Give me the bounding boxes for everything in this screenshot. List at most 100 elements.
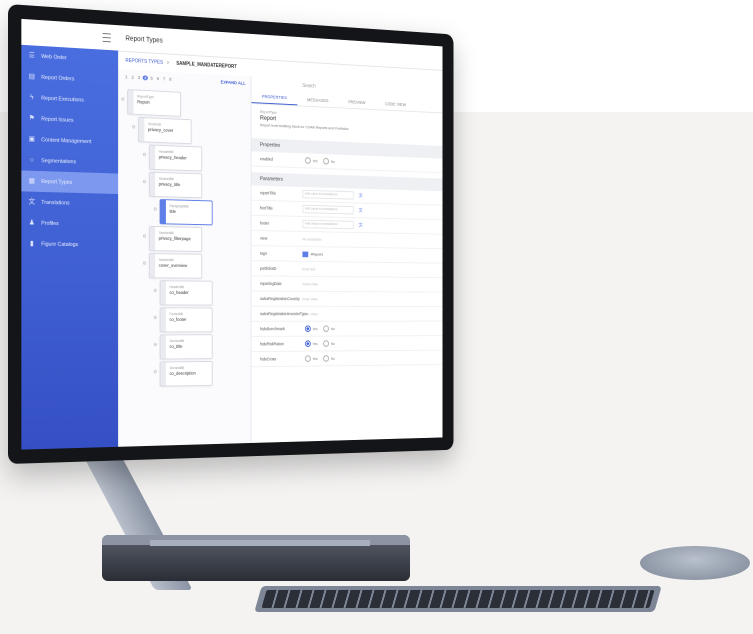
node-name: co_title [169,343,183,349]
page-number[interactable]: 2 [130,74,135,79]
tab-0[interactable]: PROPERTIES [251,89,297,106]
bolt-icon: ϟ [30,93,34,101]
sidebar-item-9[interactable]: ▮ Figure Catalogs [21,233,118,255]
node-handle[interactable] [160,362,166,386]
node-handle[interactable] [149,145,156,169]
parameter-row: hideRiskRation Yes No [251,336,443,353]
tree-node[interactable]: FooterBB co_footer [159,307,213,333]
collapse-toggle-icon[interactable]: ⊖ [143,152,147,158]
tree-node[interactable]: HeaderBB privacy_header [148,144,203,172]
parameter-input[interactable]: Enter Value [302,297,317,301]
radio-yes[interactable] [304,340,311,347]
tree-node[interactable]: SectionBB privacy_filterpage [148,225,203,252]
enabled-yes-radio[interactable] [304,157,311,164]
tree-node[interactable]: SectionBB co_description [159,360,213,387]
tree-node[interactable]: SectionBB cover_overview [148,253,203,279]
page-number[interactable]: 6 [155,76,160,81]
radio-no[interactable] [323,355,330,362]
page-number[interactable]: 5 [149,75,154,80]
monitor: ☰ Web Order ▤ Report Orders ϟ Report Executio… [8,4,454,464]
tree-node[interactable]: ParagraphBB title [159,199,213,226]
radio-yes-label: Yes [312,356,318,361]
collapse-toggle-icon[interactable]: ⊖ [153,369,157,375]
tab-1[interactable]: MESSAGES [297,92,338,107]
tree-node[interactable]: SectionB privacy_cover [138,116,192,145]
page-number[interactable]: 3 [136,75,141,80]
parameter-label: hideBenchmark [260,326,285,332]
tree-node[interactable]: ReportType Report [127,89,181,117]
node-handle[interactable] [160,200,166,224]
sidebar-item-6[interactable]: ▦ Report Types [21,170,119,195]
parameter-input[interactable]: Add value to translations [302,189,354,200]
collapse-toggle-icon[interactable]: ⊖ [153,288,157,294]
sidebar-item-label: Translations [41,199,70,207]
node-handle[interactable] [160,335,166,359]
sidebar-item-7[interactable]: 文 Translations [21,191,118,214]
node-type: HeaderBB [169,285,185,290]
translate-icon[interactable]: 文 [359,192,363,199]
node-handle[interactable] [160,308,166,332]
collapse-toggle-icon[interactable]: ⊖ [153,342,157,348]
tree-node[interactable]: HeaderBB co_header [159,280,213,306]
sidebar-item-label: Report Executions [41,95,84,104]
list-icon: ☰ [28,51,35,60]
translate-icon[interactable]: 文 [359,222,363,229]
parameter-label: salesRegistrationInvestorType [260,311,308,317]
enabled-label: enabled [260,156,273,162]
collapse-toggle-icon[interactable]: ⊖ [143,179,147,185]
translate-icon[interactable]: 文 [359,207,363,214]
tag-icon[interactable] [302,251,309,257]
hamburger-menu-icon[interactable] [102,32,111,42]
breadcrumb-root[interactable]: REPORTS TYPES [125,58,163,66]
sidebar: ☰ Web Order ▤ Report Orders ϟ Report Executio… [21,18,119,450]
node-handle[interactable] [160,281,166,305]
page-number[interactable]: 7 [161,76,166,81]
expand-all-button[interactable]: EXPAND ALL [221,79,246,85]
sidebar-item-label: Report Orders [41,74,75,82]
radio-no[interactable] [323,325,330,332]
radio-yes[interactable] [304,325,311,333]
node-handle[interactable] [149,254,156,278]
collapse-toggle-icon[interactable]: ⊖ [153,207,157,213]
collapse-toggle-icon[interactable]: ⊖ [143,261,147,267]
page-number[interactable]: 1 [124,74,129,79]
radio-yes[interactable] [304,355,311,362]
parameter-row: hideCross Yes No [251,350,443,368]
page-number[interactable]: 8 [168,76,173,81]
radio-no-label: No [330,326,335,331]
node-handle[interactable] [128,90,134,114]
node-handle[interactable] [149,226,156,251]
sidebar-item-8[interactable]: ♟ Profiles [21,212,118,235]
tree-node[interactable]: SectionBB co_title [159,334,213,360]
collapse-toggle-icon[interactable]: ⊖ [143,234,147,240]
profile-icon: ♟ [28,218,35,227]
sidebar-item-label: Profiles [41,220,59,227]
node-name: title [169,208,176,214]
collapse-toggle-icon[interactable]: ⊖ [153,315,157,321]
node-name: privacy_title [158,181,181,188]
sidebar-item-label: Content Management [41,136,92,145]
parameter-input[interactable]: Add value to translations [302,219,354,230]
radio-no[interactable] [323,340,330,347]
parameter-row: salesRegistrationCountry Enter Value [251,291,443,308]
parameter-label: tags [260,250,267,256]
tree-node[interactable]: SectionBB privacy_title [148,171,203,199]
node-name: co_description [169,370,196,376]
sidebar-item-label: Report Types [41,178,73,186]
node-handle[interactable] [138,117,145,142]
parameter-label: footer [260,220,270,226]
parameter-input[interactable]: No description [302,237,321,241]
parameter-input[interactable]: Enter Value [302,312,317,316]
parameter-input[interactable]: Select Date [302,282,317,286]
enabled-no-radio[interactable] [323,157,330,165]
parameter-input[interactable]: Enter text [302,267,315,271]
parameter-input[interactable]: Add value to translations [302,204,354,215]
sidebar-item-label: Segmentations [41,157,77,165]
page-number[interactable]: 4 [142,74,148,80]
tab-3[interactable]: CODE VIEW [375,96,415,111]
collapse-toggle-icon[interactable]: ⊖ [132,124,136,130]
radio-no-label: No [330,341,335,346]
tab-2[interactable]: PREVIEW [338,94,375,109]
node-handle[interactable] [149,172,156,197]
collapse-toggle-icon[interactable]: ⊖ [121,97,125,103]
